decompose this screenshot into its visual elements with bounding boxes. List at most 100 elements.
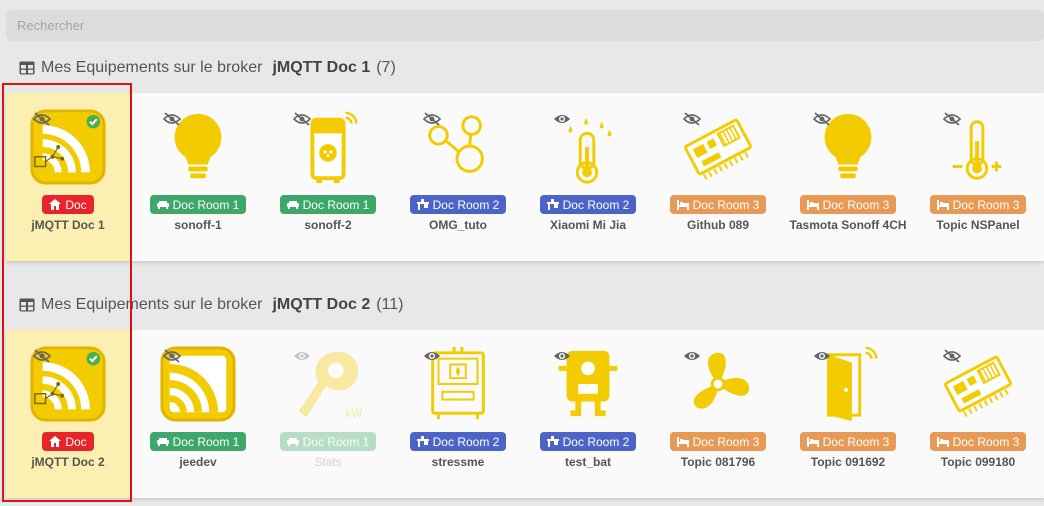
equipment-name: Xiaomi Mi Jia bbox=[549, 218, 627, 232]
equipment-card[interactable]: Doc jMQTT Doc 2 bbox=[6, 330, 130, 498]
equipment-icon-wrap bbox=[548, 107, 628, 187]
equipment-card[interactable]: Doc Room 1 sonoff-1 bbox=[136, 93, 260, 261]
equipment-icon-wrap bbox=[938, 344, 1018, 424]
hidden-eye-icon bbox=[292, 112, 312, 126]
equipment-card[interactable]: Doc Room 3 Tasmota Sonoff 4CH bbox=[786, 93, 910, 261]
room-badge: Doc Room 1 bbox=[279, 432, 377, 451]
room-badge-label: Doc Room 3 bbox=[952, 197, 1020, 212]
room-badge: Doc Room 1 bbox=[279, 195, 377, 214]
hidden-eye-icon bbox=[942, 112, 962, 126]
equipment-name: test_bat bbox=[564, 455, 611, 469]
visible-eye-icon bbox=[294, 352, 310, 360]
room-badge-label: Doc Room 3 bbox=[692, 197, 760, 212]
hidden-eye-icon bbox=[162, 112, 182, 126]
room-badge-label: Doc Room 3 bbox=[952, 434, 1020, 449]
desk-icon bbox=[546, 199, 559, 210]
hidden-eye-icon bbox=[682, 112, 702, 126]
equipment-card[interactable]: Doc Room 3 Topic NSPanel bbox=[916, 93, 1040, 261]
bed-icon bbox=[936, 437, 949, 447]
equipment-icon-wrap bbox=[418, 344, 498, 424]
svg-text:kW: kW bbox=[346, 407, 363, 420]
hidden-eye-icon bbox=[162, 349, 182, 363]
section-title-broker-2: Mes Equipements sur le broker jMQTT Doc … bbox=[19, 293, 403, 317]
search-bar[interactable] bbox=[6, 10, 1044, 41]
equipment-card[interactable]: Doc Room 3 Topic 081796 bbox=[656, 330, 780, 498]
equipment-card[interactable]: Doc Room 2 stressme bbox=[396, 330, 520, 498]
room-badge: Doc Room 3 bbox=[799, 432, 897, 451]
room-badge-label: Doc bbox=[65, 197, 87, 212]
equipment-card[interactable]: Doc jMQTT Doc 1 bbox=[6, 93, 130, 261]
equipment-name: jeedev bbox=[179, 455, 217, 469]
room-badge-label: Doc Room 1 bbox=[302, 434, 370, 449]
device-count: (11) bbox=[376, 296, 404, 313]
equipment-icon-wrap bbox=[678, 107, 758, 187]
bed-icon bbox=[676, 200, 689, 210]
room-badge-label: Doc Room 2 bbox=[432, 434, 500, 449]
equipment-name: Tasmota Sonoff 4CH bbox=[789, 218, 907, 232]
room-badge-label: Doc Room 1 bbox=[172, 197, 240, 212]
hidden-eye-icon bbox=[942, 349, 962, 363]
section-prefix: Mes Equipements sur le broker bbox=[41, 59, 263, 76]
room-badge-label: Doc bbox=[65, 434, 87, 449]
sofa-icon bbox=[156, 201, 169, 209]
room-badge-label: Doc Room 2 bbox=[562, 197, 630, 212]
equipment-name: stressme bbox=[431, 455, 485, 469]
sofa-icon bbox=[156, 438, 169, 446]
equipment-icon-wrap bbox=[158, 344, 238, 424]
visible-eye-icon bbox=[554, 352, 570, 360]
equipment-name: Github 089 bbox=[686, 218, 749, 232]
room-badge: Doc bbox=[42, 195, 94, 214]
visible-eye-icon bbox=[554, 115, 570, 123]
equipment-card[interactable]: Doc Room 1 sonoff-2 bbox=[266, 93, 390, 261]
hidden-eye-icon bbox=[32, 349, 52, 363]
section-title-broker-1: Mes Equipements sur le broker jMQTT Doc … bbox=[19, 56, 396, 80]
visible-eye-icon bbox=[814, 352, 830, 360]
equipment-row-broker-1: Doc jMQTT Doc 1 Doc Room 1 sonoff-1 Doc … bbox=[6, 93, 1044, 261]
section-prefix: Mes Equipements sur le broker bbox=[41, 296, 263, 313]
device-count: (7) bbox=[376, 59, 396, 76]
equipment-card[interactable]: Doc Room 2 test_bat bbox=[526, 330, 650, 498]
home-icon bbox=[49, 436, 62, 447]
equipment-name: Stats bbox=[314, 455, 342, 469]
room-badge-label: Doc Room 2 bbox=[562, 434, 630, 449]
equipment-icon-wrap: kW bbox=[288, 344, 368, 424]
equipment-icon-wrap bbox=[678, 344, 758, 424]
equipment-icon-wrap bbox=[288, 107, 368, 187]
home-icon bbox=[49, 199, 62, 210]
broker-name: jMQTT Doc 1 bbox=[272, 59, 371, 76]
room-badge: Doc Room 1 bbox=[149, 195, 247, 214]
equipment-card[interactable]: Doc Room 1 jeedev bbox=[136, 330, 260, 498]
hidden-eye-icon bbox=[422, 112, 442, 126]
equipment-icon-wrap bbox=[808, 344, 888, 424]
desk-icon bbox=[416, 436, 429, 447]
equipment-name: OMG_tuto bbox=[429, 218, 487, 232]
table-grid-icon bbox=[19, 61, 35, 75]
equipment-icon-wrap bbox=[28, 107, 108, 187]
broker-name: jMQTT Doc 2 bbox=[272, 296, 371, 313]
equipment-name: sonoff-2 bbox=[304, 218, 352, 232]
table-grid-icon bbox=[19, 298, 35, 312]
search-input[interactable] bbox=[6, 10, 617, 41]
desk-icon bbox=[546, 436, 559, 447]
room-badge-label: Doc Room 3 bbox=[822, 197, 890, 212]
room-badge: Doc bbox=[42, 432, 94, 451]
equipment-card[interactable]: Doc Room 3 Topic 091692 bbox=[786, 330, 910, 498]
equipment-row-broker-2: Doc jMQTT Doc 2 Doc Room 1 jeedev kW Doc… bbox=[6, 330, 1044, 498]
equipment-card[interactable]: Doc Room 3 Github 089 bbox=[656, 93, 780, 261]
equipment-card[interactable]: Doc Room 2 Xiaomi Mi Jia bbox=[526, 93, 650, 261]
room-badge: Doc Room 1 bbox=[149, 432, 247, 451]
equipment-card[interactable]: Doc Room 3 Topic 099180 bbox=[916, 330, 1040, 498]
bed-icon bbox=[936, 200, 949, 210]
room-badge-label: Doc Room 1 bbox=[302, 197, 370, 212]
equipment-icon-wrap bbox=[808, 107, 888, 187]
room-badge-label: Doc Room 1 bbox=[172, 434, 240, 449]
equipment-card[interactable]: kW Doc Room 1 Stats bbox=[266, 330, 390, 498]
equipment-card[interactable]: Doc Room 2 OMG_tuto bbox=[396, 93, 520, 261]
equipment-icon-wrap bbox=[418, 107, 498, 187]
room-badge: Doc Room 2 bbox=[409, 195, 507, 214]
equipment-name: jMQTT Doc 1 bbox=[31, 218, 105, 232]
bed-icon bbox=[806, 437, 819, 447]
desk-icon bbox=[416, 199, 429, 210]
room-badge: Doc Room 3 bbox=[669, 195, 767, 214]
equipment-name: Topic 081796 bbox=[680, 455, 756, 469]
